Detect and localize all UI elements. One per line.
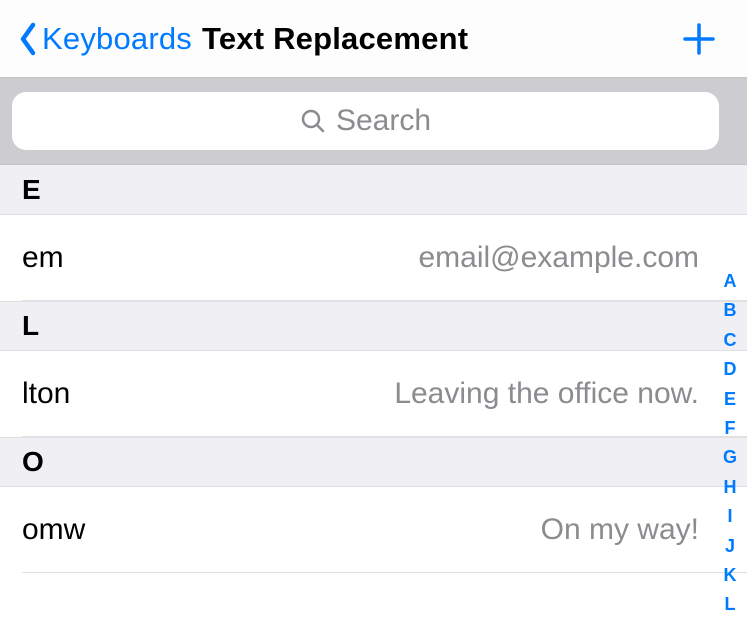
add-button[interactable] [677,17,721,61]
shortcut-text: lton [22,377,70,411]
navigation-bar: Keyboards Text Replacement [0,0,747,78]
index-letter[interactable]: G [723,446,737,469]
index-letter[interactable]: H [724,476,737,499]
back-button[interactable]: Keyboards [18,21,192,57]
table-row[interactable]: em email@example.com [0,215,747,301]
shortcut-text: em [22,241,64,275]
phrase-text: Leaving the office now. [394,377,699,411]
search-container: Search [0,78,747,165]
shortcut-text: omw [22,513,85,547]
index-letter[interactable]: L [725,593,736,616]
index-letter[interactable]: C [724,329,737,352]
search-placeholder: Search [336,104,431,138]
search-icon [300,108,326,134]
table-row[interactable]: lton Leaving the office now. [0,351,747,437]
index-letter[interactable]: F [725,417,736,440]
section-header: O [0,437,747,487]
index-letter[interactable]: J [725,535,735,558]
index-letter[interactable]: I [727,505,732,528]
back-label: Keyboards [42,21,192,57]
index-letter[interactable]: E [724,388,736,411]
phrase-text: email@example.com [418,241,699,275]
alpha-index[interactable]: A B C D E F G H I J K L [717,270,743,617]
plus-icon [681,21,717,57]
phrase-text: On my way! [541,513,699,547]
search-input[interactable]: Search [12,92,719,150]
table-row[interactable]: omw On my way! [0,487,747,573]
index-letter[interactable]: D [724,358,737,381]
section-header: E [0,165,747,215]
index-letter[interactable]: B [724,299,737,322]
index-letter[interactable]: K [724,564,737,587]
index-letter[interactable]: A [724,270,737,293]
chevron-left-icon [18,22,38,56]
section-header: L [0,301,747,351]
page-title: Text Replacement [202,21,468,57]
replacement-list: E em email@example.com L lton Leaving th… [0,165,747,573]
